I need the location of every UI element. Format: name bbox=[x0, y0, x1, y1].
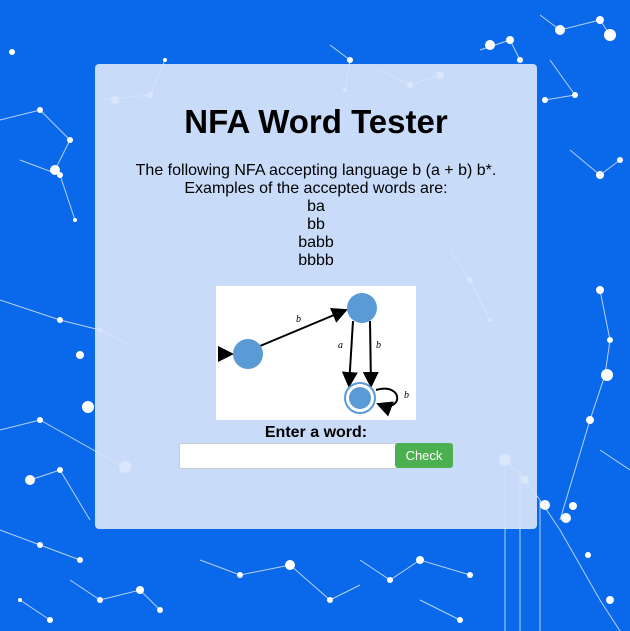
edge-label: a bbox=[338, 340, 343, 351]
state-q0 bbox=[233, 339, 263, 369]
tester-card: NFA Word Tester The following NFA accept… bbox=[95, 64, 537, 529]
nfa-diagram: b a b b bbox=[216, 286, 416, 420]
example-word: ba bbox=[307, 198, 325, 215]
word-prompt-label: Enter a word: bbox=[264, 424, 368, 441]
state-q2 bbox=[349, 387, 371, 409]
example-word: bbbb bbox=[298, 252, 334, 269]
check-button[interactable]: Check bbox=[395, 443, 453, 468]
language-description: The following NFA accepting language b (… bbox=[135, 162, 497, 179]
nfa-diagram-svg: b a b b bbox=[218, 293, 409, 417]
edge-label: b bbox=[376, 340, 381, 351]
example-word: babb bbox=[298, 234, 334, 251]
edge-q2-loop bbox=[375, 387, 399, 417]
edge-q1-q2-b bbox=[362, 320, 379, 388]
edge-q1-q2-a bbox=[341, 320, 358, 388]
word-input[interactable] bbox=[179, 443, 398, 469]
examples-intro: Examples of the accepted words are: bbox=[184, 180, 448, 197]
edge-label: b bbox=[404, 390, 409, 401]
edge-label: b bbox=[296, 314, 301, 325]
example-word: bb bbox=[307, 216, 325, 233]
state-q1 bbox=[347, 293, 377, 323]
edge-q0-q1 bbox=[259, 308, 348, 347]
page-title: NFA Word Tester bbox=[184, 103, 448, 140]
description-block: The following NFA accepting language b (… bbox=[95, 162, 537, 270]
